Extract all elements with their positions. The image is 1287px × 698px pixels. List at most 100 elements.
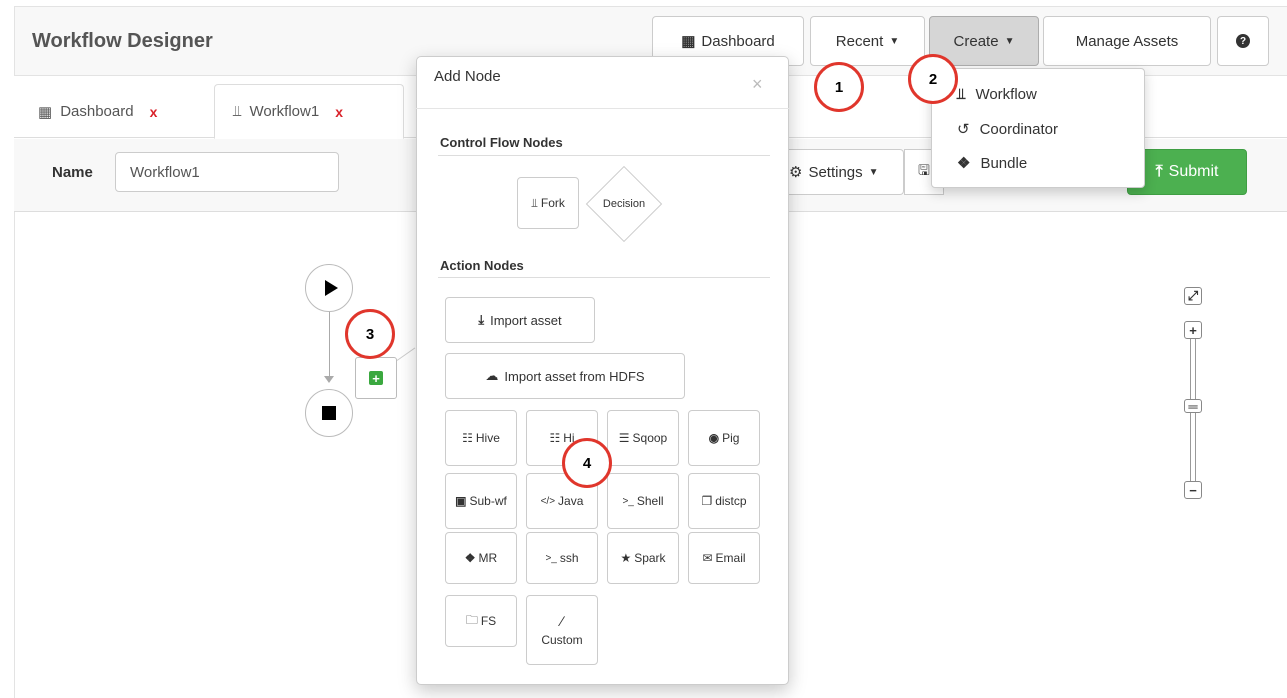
menu-item-coordinator[interactable]: ↺ Coordinator <box>957 120 1058 139</box>
control-flow-title: Control Flow Nodes <box>440 135 563 150</box>
zoom-handle[interactable]: ═ <box>1184 399 1202 414</box>
action-pig[interactable]: ◉ Pig <box>688 410 760 466</box>
cloud-download-icon: ☁ <box>485 368 499 383</box>
action-nodes-title: Action Nodes <box>440 258 524 273</box>
submit-button[interactable]: ⤒ Submit <box>1127 149 1247 195</box>
terminal-icon: >_ <box>622 495 634 507</box>
submit-label: Submit <box>1168 163 1219 180</box>
action-hive[interactable]: ☷ Hive <box>445 410 517 466</box>
tab-dashboard[interactable]: ▦ Dashboard x <box>20 84 210 139</box>
action-label: FS <box>480 614 497 628</box>
workflow-name-input[interactable] <box>115 152 339 192</box>
caret-down-icon: ▼ <box>868 166 879 178</box>
action-distcp[interactable]: ❐ distcp <box>688 473 760 529</box>
action-label: Hive <box>475 431 500 445</box>
question-icon: ? <box>1236 34 1250 48</box>
stop-icon <box>322 406 336 420</box>
settings-label: Settings <box>808 163 863 181</box>
table-icon: ☷ <box>462 431 473 445</box>
node-label: Fork <box>540 196 565 210</box>
action-label: Custom <box>541 633 583 647</box>
action-label: Spark <box>634 551 666 565</box>
name-label: Name <box>52 164 93 181</box>
gear-icon: ⚙ <box>789 164 803 181</box>
callout-4: 4 <box>562 438 612 488</box>
panel-divider <box>416 108 789 109</box>
nav-dashboard-label: Dashboard <box>701 32 775 50</box>
action-ssh[interactable]: >_ ssh <box>526 532 598 584</box>
action-label: distcp <box>715 494 747 508</box>
sitemap-icon: ⫫ <box>957 86 966 103</box>
tab-label: Workflow1 <box>249 103 320 120</box>
import-asset-button[interactable]: ⤓ Import asset <box>445 297 595 343</box>
code-icon: </> <box>540 495 556 507</box>
action-email[interactable]: ✉ Email <box>688 532 760 584</box>
menu-item-workflow[interactable]: ⫫ Workflow <box>957 86 1037 103</box>
folder-icon: 🗀 <box>465 612 478 627</box>
database-icon: ☰ <box>618 431 630 445</box>
nav-recent-label: Recent <box>835 32 884 50</box>
star-icon: ★ <box>620 551 632 565</box>
caret-down-icon: ▼ <box>1004 35 1015 47</box>
menu-item-label: Workflow <box>975 86 1037 103</box>
start-node[interactable] <box>305 264 353 312</box>
action-label: Shell <box>636 494 664 508</box>
action-custom[interactable]: ∕ Custom <box>526 595 598 665</box>
action-fs[interactable]: 🗀 FS <box>445 595 517 647</box>
action-label: ssh <box>559 551 579 565</box>
tab-workflow1[interactable]: ⫫ Workflow1 x <box>214 84 404 139</box>
action-sub-wf[interactable]: ▣ Sub-wf <box>445 473 517 529</box>
pig-icon: ◉ <box>708 431 720 445</box>
menu-item-label: Coordinator <box>979 120 1058 138</box>
app-title: Workflow Designer <box>32 30 213 52</box>
sitemap-icon: ⫫ <box>233 103 242 120</box>
envelope-icon: ✉ <box>702 551 713 565</box>
fork-node-button[interactable]: ⫫ Fork <box>517 177 579 229</box>
zoom-track[interactable] <box>1190 413 1196 481</box>
zoom-out-icon[interactable]: − <box>1184 481 1202 499</box>
nav-manage-assets-label: Manage Assets <box>1075 32 1179 50</box>
save-icon: 🖫 <box>918 162 930 178</box>
action-shell[interactable]: >_ Shell <box>607 473 679 529</box>
import-asset-hdfs-button[interactable]: ☁ Import asset from HDFS <box>445 353 685 399</box>
action-spark[interactable]: ★ Spark <box>607 532 679 584</box>
action-label: Java <box>558 494 584 508</box>
action-label: Sub-wf <box>469 494 507 508</box>
callout-3: 3 <box>345 309 395 359</box>
download-icon: ⤓ <box>478 312 485 327</box>
nav-manage-assets-button[interactable]: Manage Assets <box>1043 16 1211 66</box>
action-label: Sqoop <box>632 431 668 445</box>
terminal-icon: >_ <box>545 552 557 564</box>
menu-item-bundle[interactable]: ❖ Bundle <box>957 154 1027 173</box>
decision-label: Decision <box>602 198 646 210</box>
settings-button[interactable]: ⚙ Settings ▼ <box>789 149 904 195</box>
fit-screen-icon[interactable]: ⤢ <box>1184 287 1202 305</box>
upload-icon: ⤒ <box>1155 163 1163 180</box>
tab-close-icon[interactable]: x <box>150 104 158 120</box>
callout-2: 2 <box>908 54 958 104</box>
magic-wand-icon: ∕ <box>560 613 564 629</box>
action-label: Pig <box>722 431 740 445</box>
add-node-button[interactable]: + <box>355 357 397 399</box>
button-label: Import asset <box>490 312 562 328</box>
cubes-icon: ❖ <box>464 551 476 565</box>
end-node[interactable] <box>305 389 353 437</box>
callout-1: 1 <box>814 62 864 112</box>
zoom-in-icon[interactable]: + <box>1184 321 1202 339</box>
action-label: MR <box>478 551 498 565</box>
tab-label: Dashboard <box>60 103 134 120</box>
arrow-head-icon <box>324 376 334 383</box>
grid-icon: ▦ <box>38 103 53 121</box>
cubes-icon: ❖ <box>957 155 971 172</box>
history-icon: ↺ <box>957 121 970 138</box>
zoom-track[interactable] <box>1190 339 1196 399</box>
caret-down-icon: ▼ <box>889 35 900 47</box>
help-button[interactable]: ? <box>1217 16 1269 66</box>
action-sqoop[interactable]: ☰ Sqoop <box>607 410 679 466</box>
action-mr[interactable]: ❖ MR <box>445 532 517 584</box>
nav-recent-button[interactable]: Recent ▼ <box>810 16 925 66</box>
panel-title: Add Node <box>434 68 501 85</box>
tab-close-icon[interactable]: x <box>335 104 343 120</box>
close-icon[interactable]: × <box>752 74 763 95</box>
grid-icon: ▦ <box>681 33 696 50</box>
